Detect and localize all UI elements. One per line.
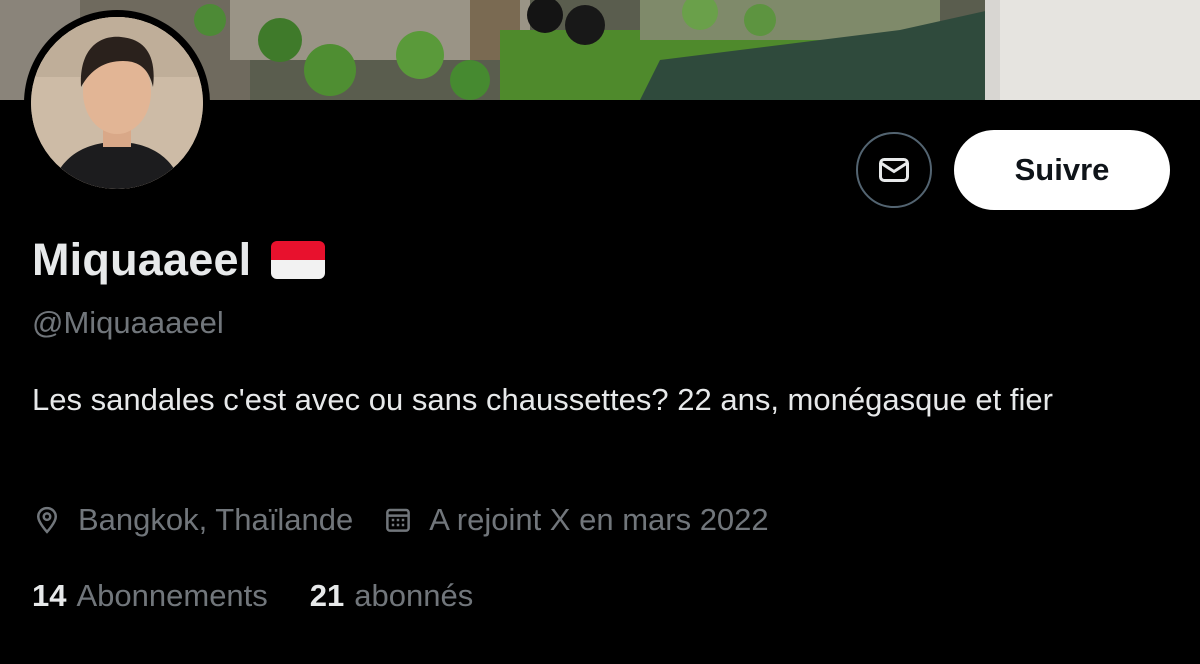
- location-item: Bangkok, Thaïlande: [32, 502, 353, 538]
- followers-count: 21: [309, 578, 345, 613]
- user-handle: @Miquaaaeel: [32, 305, 224, 340]
- joined-text: A rejoint X en mars 2022: [429, 502, 769, 537]
- profile-actions: Suivre: [856, 130, 1170, 210]
- follow-stats: 14 Abonnements 21 abonnés: [32, 578, 515, 614]
- name-row: Miquaaeel: [32, 234, 326, 286]
- joined-item: A rejoint X en mars 2022: [383, 502, 769, 538]
- calendar-icon: [386, 508, 411, 532]
- avatar[interactable]: [31, 17, 203, 189]
- followers-link[interactable]: 21 abonnés: [310, 578, 473, 614]
- profile-bio: Les sandales c'est avec ou sans chausset…: [32, 382, 1053, 417]
- following-link[interactable]: 14 Abonnements: [32, 578, 268, 614]
- following-count: 14: [32, 578, 67, 613]
- followers-label: abonnés: [354, 578, 474, 613]
- following-label: Abonnements: [76, 578, 268, 613]
- location-text: Bangkok, Thaïlande: [78, 502, 354, 537]
- mail-icon: [879, 158, 909, 182]
- profile-meta: Bangkok, Thaïlande A rejoint X en mars 2…: [32, 502, 799, 538]
- follow-button[interactable]: Suivre: [954, 130, 1170, 210]
- avatar-image: [31, 17, 203, 189]
- display-name: Miquaaeel: [32, 234, 252, 285]
- avatar-frame[interactable]: [24, 10, 210, 196]
- location-pin-icon: [36, 506, 58, 534]
- message-button[interactable]: [856, 132, 932, 208]
- monaco-flag-icon: [271, 241, 326, 279]
